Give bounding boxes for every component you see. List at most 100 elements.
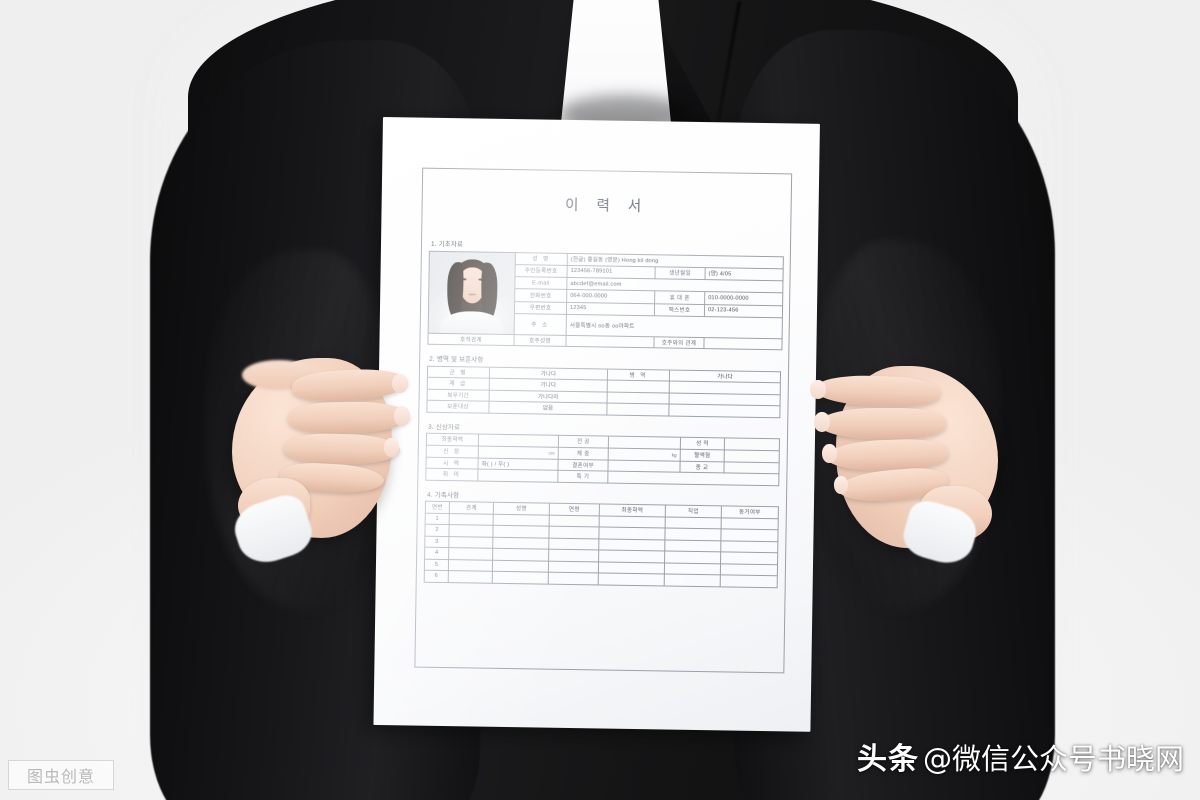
left-index-nail [392, 374, 408, 393]
label-rank: 계 급 [427, 377, 490, 390]
value-weight: kg [608, 447, 681, 461]
cell-education [598, 549, 665, 563]
personal-table: 최종학력 전 공 성 적 신 장 cm 체 중 kg 혈액형 시 력 좌() … [425, 433, 780, 486]
left-middle-finger [287, 400, 411, 435]
photo-mouth [467, 292, 476, 295]
column-education: 최종학력 [599, 503, 666, 517]
right-ring-nail [822, 444, 837, 463]
cell-relation [448, 559, 493, 572]
row-number: 5 [424, 558, 449, 571]
brand-handle: @微信公众号书晓网 [922, 742, 1184, 776]
cell-occupation [664, 550, 721, 564]
basic-info-table: 성 명 (한글) 홍길동 (영문) Hong kil dong 주민등록번호 1… [427, 250, 784, 350]
label-branch: 군 별 [427, 365, 490, 379]
section-family: 4. 가족사항 연번 관계 성명 연령 최종학력 직업 동거여부 1 2 3 4… [424, 489, 779, 588]
cell-name [492, 548, 549, 561]
family-table: 연번 관계 성명 연령 최종학력 직업 동거여부 1 2 3 4 5 6 [424, 501, 779, 588]
unit-cm: cm [548, 450, 555, 456]
section-basic-info: 1. 기초자료 성 명 (한글) 홍길동 (영문) Hong kil dong … [427, 239, 784, 351]
left-middle-nail [394, 406, 410, 426]
label-weight: 체 중 [558, 446, 609, 460]
label-major: 전 공 [558, 435, 609, 448]
cell-relation [448, 536, 493, 549]
cell-education [598, 538, 665, 551]
label-fax: 팩스번호 [654, 303, 705, 317]
cell-age [548, 549, 599, 562]
label-head-name: 호주성명 [513, 334, 567, 347]
label-marital-status: 결혼여부 [557, 458, 609, 472]
label-head-relation: 호주와의 관계 [653, 336, 705, 349]
column-name: 성명 [493, 502, 550, 515]
id-photo-cell [428, 250, 516, 335]
cell-relation [449, 513, 494, 526]
military-table: 군 별 가나다 병 역 가나다 계 급 가나다 복무기간 가나다라 보훈대상 없… [426, 365, 781, 418]
section-personal: 3. 신상자료 최종학력 전 공 성 적 신 장 cm 체 중 kg 혈액형 시… [425, 421, 780, 486]
label-resident-number: 주민등록번호 [515, 264, 568, 278]
cell-name [492, 571, 549, 584]
cell-occupation [664, 562, 721, 575]
cell-age [548, 537, 599, 550]
label-grade: 성 적 [680, 437, 725, 450]
cell-occupation [664, 527, 722, 541]
resume-paper: 이 력 서 1. 기초자료 성 명 (한글) 홍길동 (영문) Hong kil… [373, 117, 820, 732]
photo-scene: 이 력 서 1. 기초자료 성 명 (한글) 홍길동 (영문) Hong kil… [0, 0, 1200, 800]
right-middle-finger [818, 408, 946, 439]
label-education: 최종학력 [426, 433, 479, 446]
cell-cohabitation [721, 517, 779, 530]
label-family-register: 호적관계 [427, 332, 515, 346]
cell-cohabitation [720, 574, 778, 588]
cell-cohabitation [720, 540, 778, 553]
photo-hair-front-left [446, 261, 464, 318]
blank-cell [607, 391, 670, 405]
label-service-period: 복무기간 [427, 388, 490, 402]
cell-name [492, 525, 550, 538]
right-middle-nail [814, 412, 830, 432]
cell-occupation [664, 573, 721, 587]
cell-name [492, 536, 549, 550]
value-head-relation [703, 337, 783, 350]
cell-occupation [665, 516, 722, 529]
value-veteran: 없음 [488, 401, 608, 415]
cell-education [598, 572, 665, 586]
cell-age [548, 572, 599, 585]
value-blood-type [724, 449, 780, 463]
label-eyesight: 시 력 [425, 456, 479, 470]
label-blood-type: 혈액형 [680, 448, 725, 462]
section-military: 2. 병역 및 보훈사항 군 별 가나다 병 역 가나다 계 급 가나다 복무기… [426, 354, 781, 418]
column-age: 연령 [549, 503, 600, 516]
cell-education [599, 515, 666, 528]
cell-cohabitation [720, 528, 779, 542]
label-postcode: 우편번호 [514, 301, 567, 315]
label-veteran: 보훈대상 [426, 400, 490, 413]
value-head-name [565, 334, 655, 348]
page-title: 이 력 서 [564, 197, 649, 216]
cell-education [598, 561, 665, 574]
column-occupation: 직업 [665, 504, 722, 518]
cell-age [548, 560, 599, 573]
label-service: 병 역 [607, 368, 670, 382]
right-index-nail [810, 380, 826, 399]
left-ring-nail [384, 438, 399, 457]
label-religion: 종 교 [679, 460, 725, 473]
cell-age [548, 526, 600, 539]
value-grade [724, 437, 780, 451]
id-photo [428, 251, 515, 334]
cell-occupation [664, 539, 721, 552]
label-hobby: 취 미 [425, 468, 478, 481]
right-little-nail [834, 476, 848, 494]
column-relation: 관계 [449, 501, 494, 514]
unit-kg: kg [671, 452, 677, 458]
row-number: 6 [424, 570, 449, 583]
column-cohabitation: 동거여부 [721, 505, 779, 519]
label-speciality: 특 기 [557, 470, 608, 483]
cell-relation [448, 524, 494, 537]
value-hobby [477, 469, 558, 482]
label-address: 주 소 [514, 313, 567, 335]
blank-cell [607, 380, 670, 393]
blank-cell [606, 403, 670, 416]
label-height: 신 장 [426, 444, 479, 458]
brand-name: 头条 [856, 742, 919, 777]
cell-name [492, 559, 549, 573]
left-ring-finger [283, 432, 401, 466]
cell-age [549, 514, 600, 527]
